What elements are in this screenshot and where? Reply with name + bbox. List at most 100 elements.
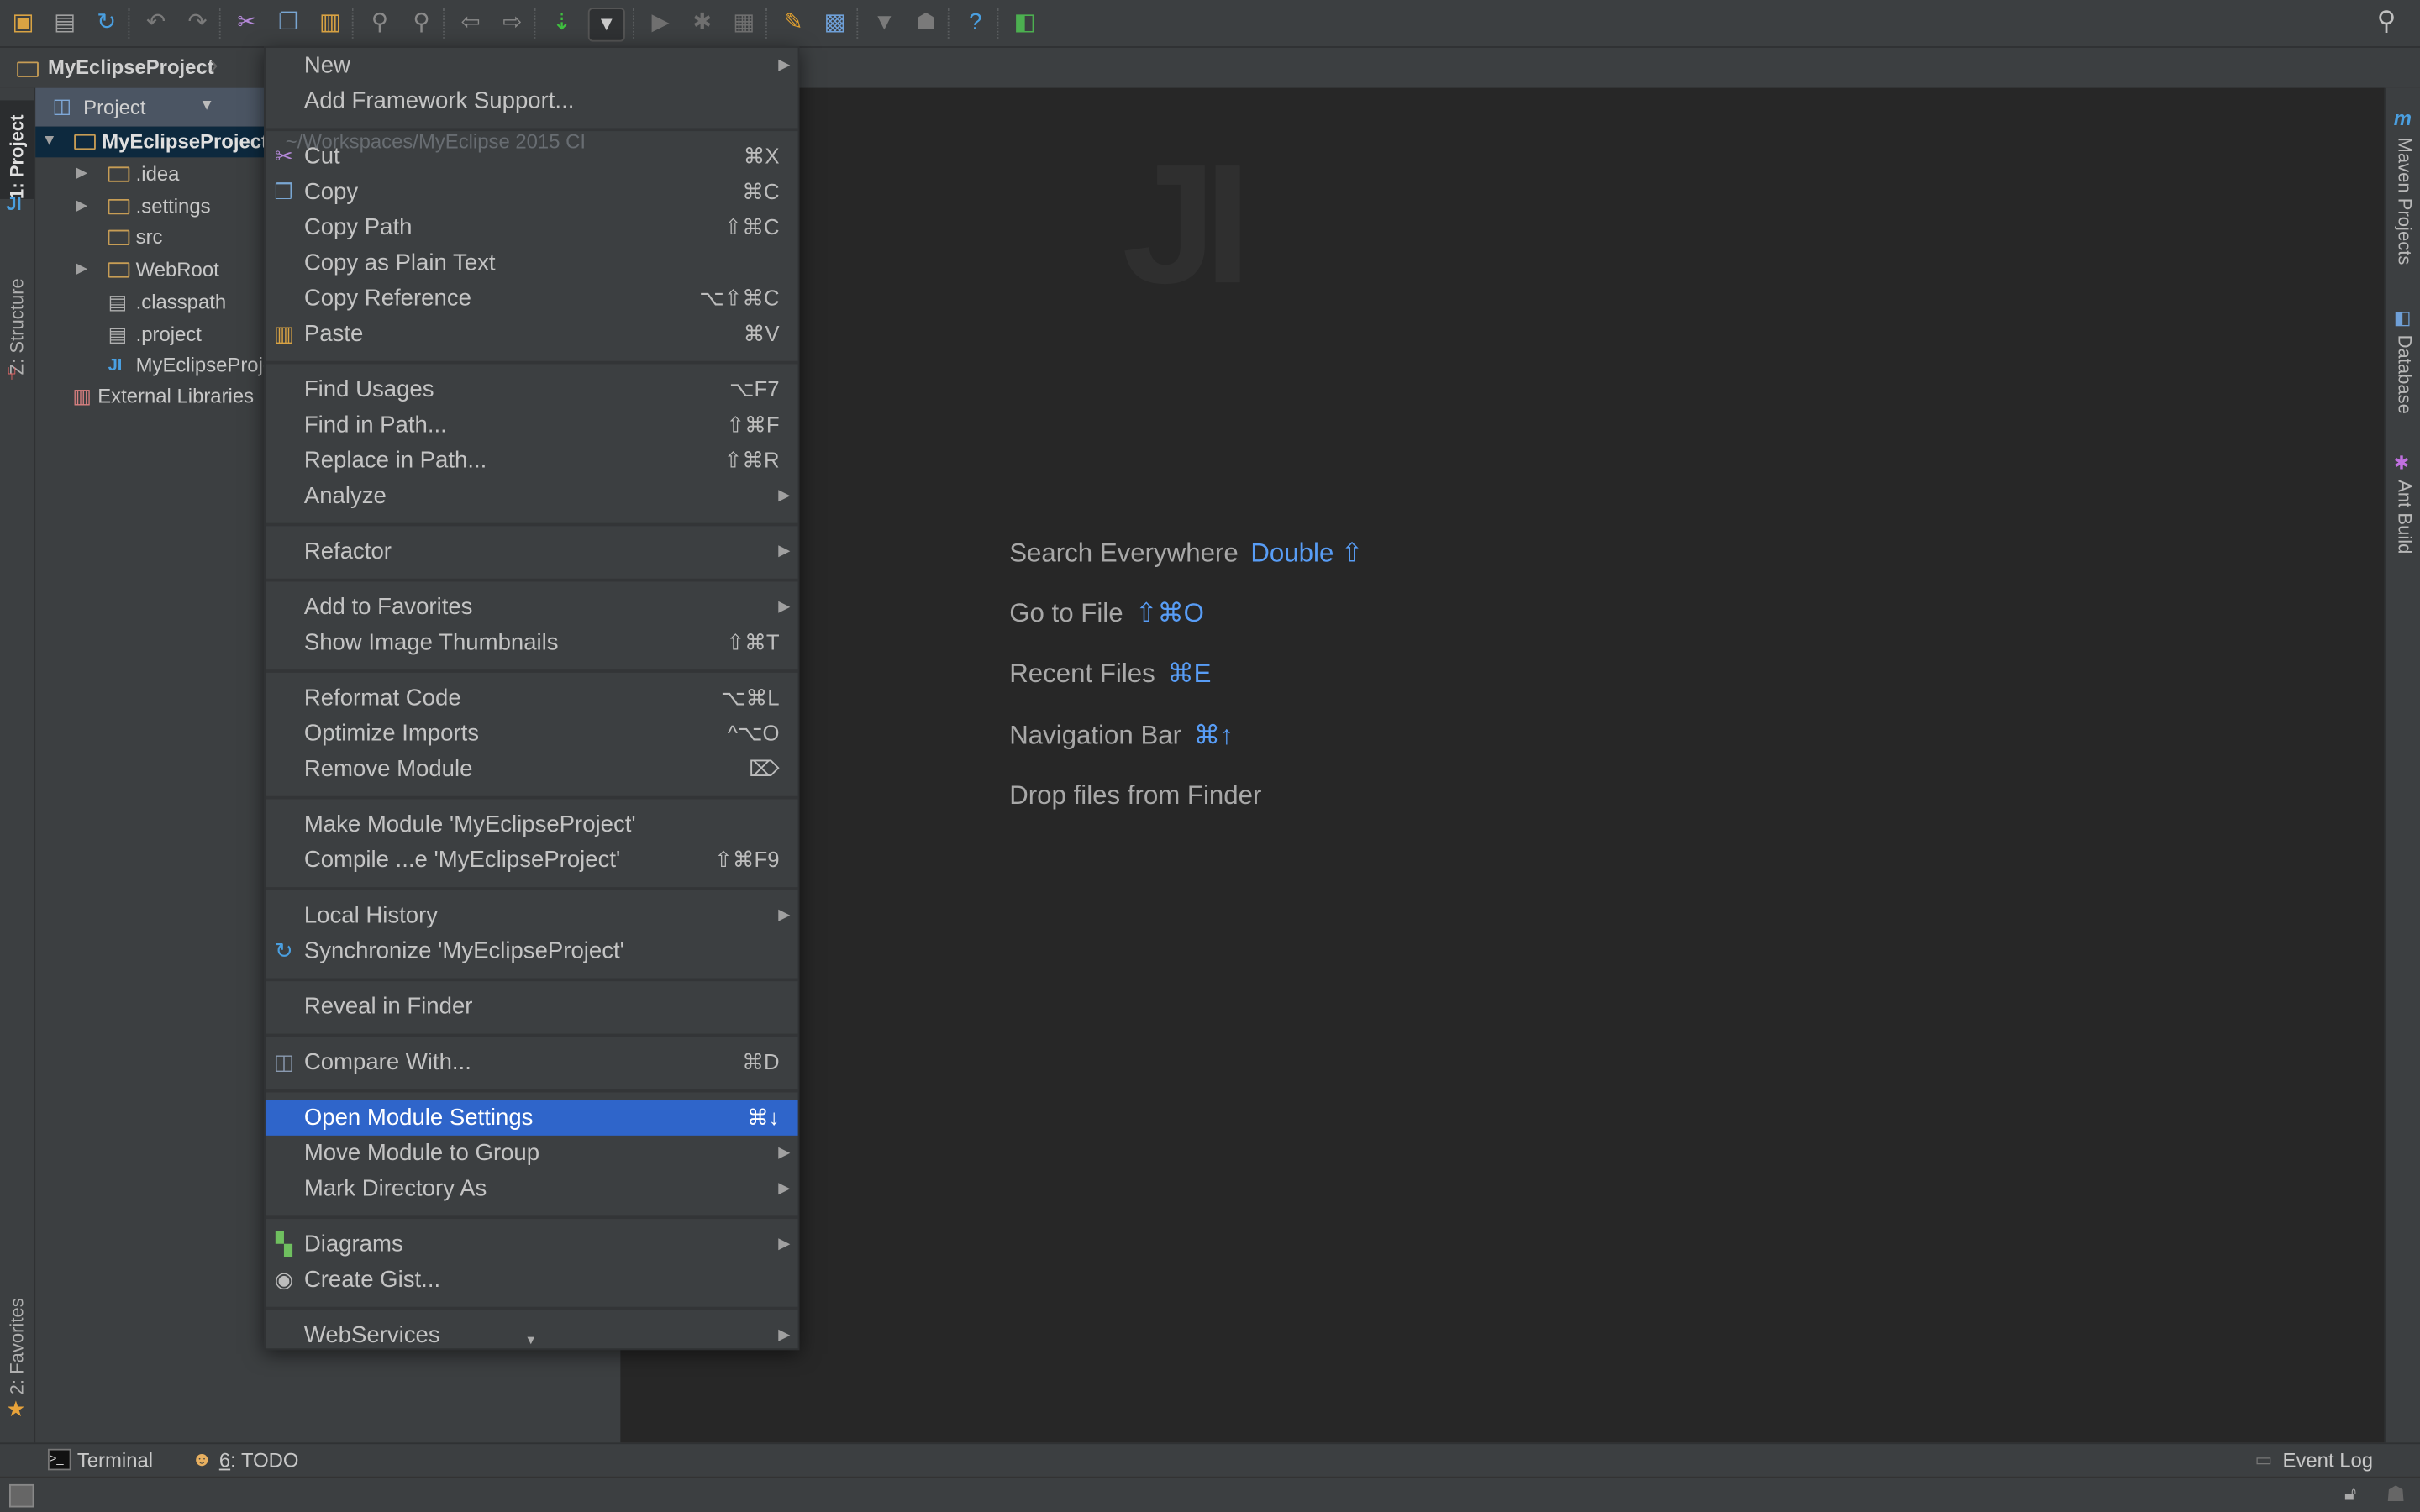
tab-database[interactable]: Database (2386, 335, 2420, 428)
menu-item-find-usages[interactable]: Find Usages ⌥F7 (266, 372, 798, 407)
menu-item-analyze[interactable]: Analyze ▶ (266, 478, 798, 513)
back-icon[interactable]: ⇦ (455, 8, 487, 39)
menu-item-copy-path[interactable]: Copy Path ⇧⌘C (266, 210, 798, 245)
tab-ant-build[interactable]: Ant Build (2386, 480, 2420, 572)
menu-item-copy-as-plain-text[interactable]: Copy as Plain Text (266, 245, 798, 281)
collapsed-arrow-icon[interactable]: ▶ (76, 159, 87, 190)
expanded-arrow-icon[interactable]: ▼ (42, 127, 57, 158)
menu-item-add-to-favorites[interactable]: Add to Favorites ▶ (266, 590, 798, 625)
library-icon: ▥ (72, 384, 92, 407)
menu-item-new[interactable]: New ▶ (266, 48, 798, 83)
menu-item-copy-reference[interactable]: Copy Reference ⌥⇧⌘C (266, 281, 798, 316)
menu-separator (265, 660, 798, 680)
save-icon[interactable]: ▤ (50, 8, 81, 39)
menu-item-reveal-in-finder[interactable]: Reveal in Finder (266, 989, 798, 1024)
paste-icon[interactable]: ▥ (315, 8, 346, 39)
maven-icon: m (2393, 106, 2412, 130)
menu-item-mark-directory-as[interactable]: Mark Directory As ▶ (266, 1171, 798, 1206)
unlock-icon[interactable]: 🔓︎ (2344, 1483, 2356, 1506)
module-folder-icon (74, 127, 102, 158)
sdk-manager-icon[interactable]: ▼ (869, 8, 900, 39)
vcs-icon[interactable]: ◧ (1009, 8, 1040, 39)
menu-item-add-framework-support[interactable]: Add Framework Support... (266, 83, 798, 118)
intellij-module-icon: JI (108, 356, 123, 375)
menu-item-label: Remove Module (303, 756, 473, 783)
menu-item-show-image-thumbnails[interactable]: Show Image Thumbnails ⇧⌘T (266, 625, 798, 660)
menu-separator (265, 1298, 798, 1318)
welcome-hint: Go to File ⇧⌘O (1009, 599, 1204, 630)
scroll-down-arrow-icon[interactable]: ▼ (524, 1333, 537, 1347)
submenu-arrow-icon: ▶ (778, 543, 791, 560)
menu-item-diagrams[interactable]: ▚ Diagrams ▶ (266, 1226, 798, 1262)
make-icon[interactable]: ⇣ (546, 8, 577, 39)
breadcrumb[interactable]: MyEclipseProject (48, 55, 214, 79)
coverage-icon[interactable]: ▦ (729, 8, 760, 39)
tab-event-log[interactable]: Event Log (2283, 1449, 2374, 1473)
menu-item-paste[interactable]: ▥ Paste ⌘V (266, 317, 798, 352)
menu-item-copy[interactable]: ❐ Copy ⌘C (266, 175, 798, 210)
find-icon[interactable]: ⚲ (364, 8, 395, 39)
welcome-hint: Navigation Bar ⌘↑ (1009, 721, 1233, 752)
menu-item-move-module-to-group[interactable]: Move Module to Group ▶ (266, 1136, 798, 1171)
menu-item-synchronize-myeclipseproject[interactable]: ↻ Synchronize 'MyEclipseProject' (266, 933, 798, 969)
run-config-dropdown-icon[interactable]: ▾ (587, 8, 625, 42)
menu-separator (265, 514, 798, 534)
tab-maven-projects[interactable]: Maven Projects (2386, 137, 2420, 276)
android-icon[interactable]: ☗ (911, 8, 942, 39)
menu-item-create-gist[interactable]: ◉ Create Gist... (266, 1262, 798, 1297)
help-icon[interactable]: ? (960, 8, 991, 39)
hector-icon[interactable]: ☗ (2386, 1481, 2406, 1507)
search-icon[interactable]: ⚲ (2377, 6, 2396, 37)
menu-item-shortcut: ⌦ (749, 756, 780, 781)
menu-item-open-module-settings[interactable]: Open Module Settings ⌘↓ (265, 1100, 798, 1136)
menu-item-shortcut: ⌥⇧⌘C (699, 285, 780, 311)
menu-item-compile-e-myeclipseproject[interactable]: Compile ...e 'MyEclipseProject' ⇧⌘F9 (266, 843, 798, 878)
menu-item-optimize-imports[interactable]: Optimize Imports ^⌥O (266, 716, 798, 751)
menu-item-refactor[interactable]: Refactor ▶ (266, 534, 798, 570)
menu-item-label: Show Image Thumbnails (303, 629, 559, 656)
debug-icon[interactable]: ✱ (687, 8, 718, 39)
menu-item-find-in-path[interactable]: Find in Path... ⇧⌘F (266, 407, 798, 443)
menu-item-shortcut: ⌘↓ (746, 1105, 780, 1130)
menu-item-label: Mark Directory As (303, 1175, 487, 1202)
settings-icon[interactable]: ✎ (778, 8, 809, 39)
tab-favorites[interactable]: 2: Favorites (0, 1284, 34, 1394)
undo-icon[interactable]: ↶ (140, 8, 171, 39)
chevron-down-icon[interactable]: ▼ (199, 97, 214, 114)
menu-separator (265, 1025, 798, 1045)
tab-structure[interactable]: Z: Structure (0, 251, 34, 375)
cut-icon[interactable]: ✂ (232, 8, 263, 39)
submenu-arrow-icon: ▶ (778, 598, 791, 616)
menu-item-label: Optimize Imports (303, 720, 480, 747)
toggle-tool-windows-icon[interactable] (9, 1483, 34, 1508)
todo-mnemonic: 6 (218, 1448, 231, 1473)
hint-shortcut: ⇧⌘O (1135, 598, 1204, 628)
forward-icon[interactable]: ⇨ (497, 8, 528, 39)
toolbar-separator (765, 8, 769, 39)
redo-icon[interactable]: ↷ (182, 8, 213, 39)
copy-icon: ❐ (274, 179, 294, 204)
copy-icon[interactable]: ❐ (273, 8, 304, 39)
project-structure-icon[interactable]: ▩ (819, 8, 850, 39)
open-folder-icon[interactable]: ▣ (8, 8, 39, 39)
menu-item-reformat-code[interactable]: Reformat Code ⌥⌘L (266, 680, 798, 716)
tree-item-label: .project (135, 321, 202, 345)
menu-item-compare-with[interactable]: ◫ Compare With... ⌘D (266, 1044, 798, 1079)
tab-project[interactable]: 1: Project (0, 100, 34, 199)
intellij-watermark-logo: JI (1122, 129, 1251, 320)
menu-item-local-history[interactable]: Local History ▶ (266, 898, 798, 933)
tree-item-external-libraries[interactable]: ▥ External Libraries (72, 381, 254, 412)
menu-item-remove-module[interactable]: Remove Module ⌦ (266, 751, 798, 786)
menu-item-replace-in-path[interactable]: Replace in Path... ⇧⌘R (266, 443, 798, 478)
menu-item-make-module-myeclipseproject[interactable]: Make Module 'MyEclipseProject' (266, 807, 798, 843)
hint-label: Go to File (1009, 598, 1123, 628)
tab-terminal[interactable]: Terminal (77, 1449, 153, 1473)
collapsed-arrow-icon[interactable]: ▶ (76, 191, 87, 222)
sync-icon[interactable]: ↻ (91, 8, 122, 39)
view-selector[interactable]: Project (83, 96, 145, 119)
menu-item-label: Make Module 'MyEclipseProject' (303, 811, 636, 838)
collapsed-arrow-icon[interactable]: ▶ (76, 255, 87, 286)
run-icon[interactable]: ▶ (645, 8, 676, 39)
tab-todo[interactable]: 6: TODO (219, 1449, 299, 1473)
replace-icon[interactable]: ⚲ (406, 8, 437, 39)
